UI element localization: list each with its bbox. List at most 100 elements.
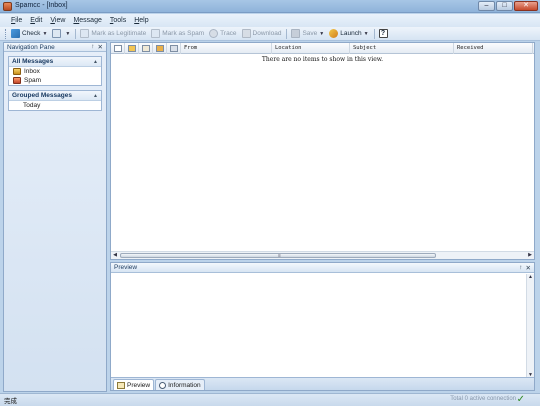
- all-messages-group: All Messages ▲ Inbox Spam: [8, 56, 102, 86]
- message-list: From Location Subject Received There are…: [110, 42, 535, 260]
- tab-information[interactable]: Information: [155, 379, 205, 390]
- scroll-right-icon[interactable]: ▶: [526, 252, 534, 259]
- grouped-messages-group: Grouped Messages ▲ Today: [8, 90, 102, 111]
- menu-view[interactable]: View: [50, 17, 65, 24]
- list-header: From Location Subject Received: [111, 43, 534, 54]
- download-label: Download: [252, 30, 282, 37]
- sidebar-item-today[interactable]: Today: [9, 101, 101, 110]
- envelope-icon: [117, 381, 125, 389]
- tab-label: Information: [168, 381, 201, 389]
- select-all-column[interactable]: [111, 43, 125, 54]
- save-button[interactable]: Save ▼: [291, 29, 324, 38]
- chevron-down-icon[interactable]: ▼: [319, 31, 324, 37]
- menu-bar: File Edit View Message Tools Help: [0, 14, 540, 27]
- scroll-left-icon[interactable]: ◀: [111, 252, 119, 259]
- scrollbar-thumb[interactable]: ≡: [120, 253, 436, 259]
- pin-icon[interactable]: ↑: [91, 43, 94, 51]
- mark-spam-label: Mark as Spam: [162, 30, 205, 37]
- menu-help[interactable]: Help: [134, 17, 148, 24]
- navigation-pane-controls: ↑ ✕: [88, 43, 103, 51]
- navigation-pane: Navigation Pane ↑ ✕ All Messages ▲ Inbox…: [3, 42, 107, 392]
- collapse-icon[interactable]: ▲: [93, 59, 98, 65]
- preview-title: Preview: [114, 264, 138, 271]
- mark-spam-button[interactable]: Mark as Spam: [151, 29, 204, 38]
- window-controls: – □ ✕: [477, 1, 538, 11]
- status-text: 完成: [4, 398, 17, 405]
- checkbox-icon: [113, 45, 122, 52]
- flag-icon: [155, 45, 164, 52]
- all-messages-header[interactable]: All Messages ▲: [9, 57, 101, 67]
- vertical-scrollbar[interactable]: ▲ ▼: [526, 274, 534, 378]
- toolbar-separator: [75, 28, 77, 39]
- inbox-icon: [13, 68, 21, 75]
- collapse-icon[interactable]: ▲: [93, 93, 98, 99]
- tab-preview[interactable]: Preview: [113, 379, 155, 390]
- attachment-column[interactable]: [139, 43, 153, 54]
- menu-tools[interactable]: Tools: [110, 17, 126, 24]
- menu-edit[interactable]: Edit: [30, 17, 42, 24]
- status-bar: 完成 Total 0 active connection ✓: [0, 393, 540, 406]
- download-button[interactable]: Download: [241, 29, 282, 38]
- compose-button[interactable]: ▼: [52, 29, 70, 38]
- scroll-up-icon[interactable]: ▲: [527, 274, 534, 280]
- grouped-messages-title: Grouped Messages: [12, 92, 72, 99]
- priority-column[interactable]: [125, 43, 139, 54]
- toolbar-grip[interactable]: [5, 28, 8, 39]
- mark-legitimate-label: Mark as Legitimate: [91, 30, 147, 37]
- spam-icon: [13, 77, 21, 84]
- trace-label: Trace: [220, 30, 237, 37]
- column-header-from[interactable]: From: [181, 43, 272, 54]
- maximize-button[interactable]: □: [496, 1, 513, 11]
- column-header-subject[interactable]: Subject: [350, 43, 454, 54]
- column-header-location[interactable]: Location: [272, 43, 350, 54]
- empty-list-message: There are no items to show in this view.: [261, 56, 384, 63]
- title-bar: Spamcc - [Inbox] – □ ✕: [0, 0, 540, 13]
- chevron-down-icon[interactable]: ▼: [65, 31, 70, 37]
- preview-pane: Preview ↑ ✕ ▲ ▼ Preview Information: [110, 262, 535, 391]
- grip-icon: ≡: [278, 253, 281, 259]
- check-mail-icon: [11, 29, 20, 38]
- menu-message[interactable]: Message: [73, 17, 101, 24]
- help-button[interactable]: ?: [378, 29, 390, 38]
- preview-header: Preview ↑ ✕: [111, 263, 534, 273]
- connection-status: Total 0 active connection: [450, 396, 516, 402]
- close-icon[interactable]: ✕: [98, 43, 103, 51]
- status-icon: [169, 45, 178, 52]
- help-icon: ?: [378, 29, 388, 38]
- sidebar-item-spam[interactable]: Spam: [9, 76, 101, 85]
- horizontal-scrollbar[interactable]: ◀ ≡ ▶: [111, 251, 534, 259]
- menu-file[interactable]: File: [11, 17, 22, 24]
- window-title: Spamcc - [Inbox]: [15, 2, 68, 9]
- flag-column[interactable]: [153, 43, 167, 54]
- close-button[interactable]: ✕: [514, 1, 538, 11]
- save-label: Save: [302, 30, 318, 37]
- preview-controls: ↑ ✕: [516, 264, 531, 272]
- column-header-received[interactable]: Received: [454, 43, 533, 54]
- info-icon: [159, 381, 167, 389]
- check-label: Check: [22, 30, 41, 37]
- sidebar-item-inbox[interactable]: Inbox: [9, 67, 101, 76]
- pin-icon[interactable]: ↑: [519, 264, 522, 272]
- preview-tabs: Preview Information: [111, 377, 534, 390]
- all-messages-title: All Messages: [12, 58, 54, 65]
- status-column[interactable]: [167, 43, 181, 54]
- spam-mail-icon: [151, 29, 161, 38]
- chevron-down-icon[interactable]: ▼: [42, 31, 47, 37]
- trace-button[interactable]: Trace: [209, 29, 237, 38]
- legitimate-mail-icon: [80, 29, 90, 38]
- sidebar-item-label: Spam: [24, 77, 41, 84]
- minimize-button[interactable]: –: [478, 1, 495, 11]
- launch-label: Launch: [340, 30, 362, 37]
- grouped-messages-header[interactable]: Grouped Messages ▲: [9, 91, 101, 101]
- launch-button[interactable]: Launch ▼: [329, 29, 369, 38]
- navigation-pane-title: Navigation Pane: [7, 43, 55, 51]
- mark-legitimate-button[interactable]: Mark as Legitimate: [80, 29, 146, 38]
- toolbar-separator: [373, 28, 375, 39]
- attachment-icon: [141, 45, 150, 52]
- chevron-down-icon[interactable]: ▼: [364, 31, 369, 37]
- app-icon: [3, 2, 12, 11]
- save-icon: [291, 29, 301, 38]
- sidebar-item-label: Inbox: [24, 68, 40, 75]
- close-icon[interactable]: ✕: [526, 264, 531, 272]
- check-button[interactable]: Check ▼: [11, 29, 47, 38]
